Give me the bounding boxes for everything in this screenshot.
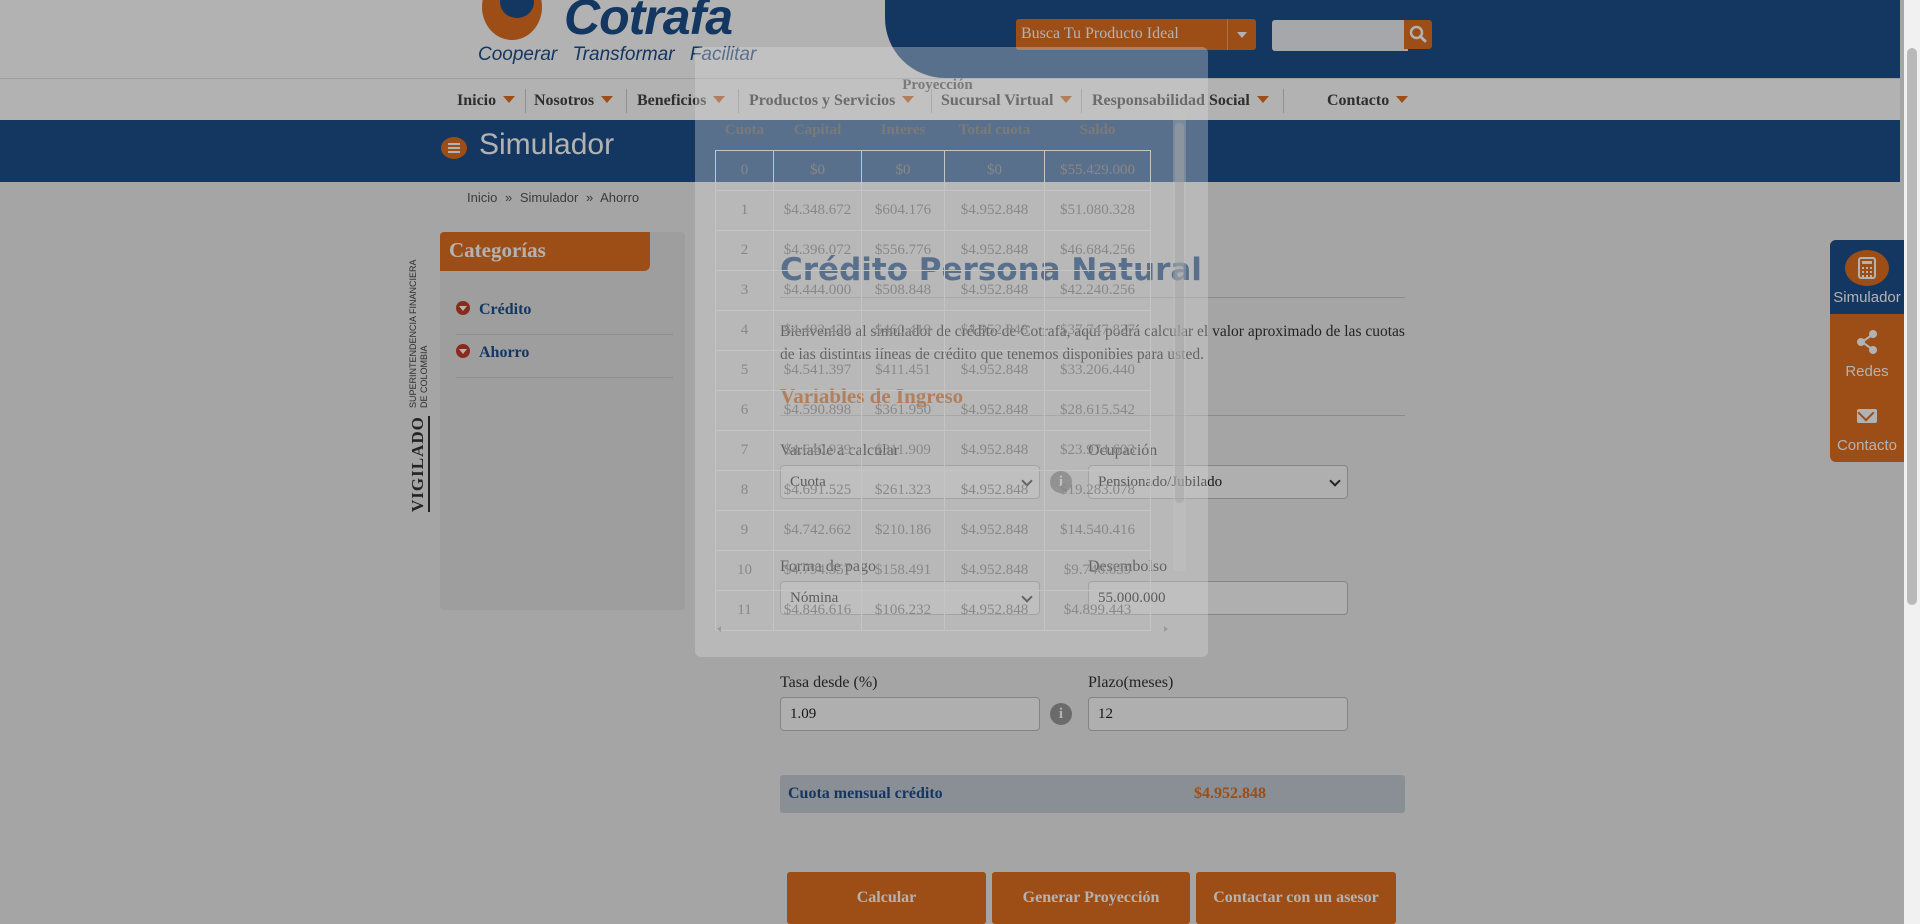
column-header: Saldo [1079,121,1116,138]
table-cell: $4.396.072 [773,230,862,271]
table-cell: $14.540.416 [1044,510,1151,551]
table-cell: 4 [715,310,774,351]
modal-title: Proyección [902,77,973,93]
table-cell: 8 [715,470,774,511]
page-scrollbar[interactable] [1904,0,1920,924]
table-cell: $158.491 [861,550,945,591]
table-cell: $23.974.603 [1044,430,1151,471]
table-cell: $604.176 [861,190,945,231]
table-cell: $4.952.848 [944,190,1045,231]
modal-vertical-scrollbar[interactable] [1173,109,1186,571]
table-cell: 2 [715,230,774,271]
modal-horizontal-scrollbar[interactable] [715,619,1170,632]
table-header-row: Cuota Capital Interes Total cuota Saldo [716,110,1151,151]
table-cell: $0 [944,150,1045,191]
table-cell: $4.952.848 [944,550,1045,591]
table-cell: 0 [715,150,774,191]
table-cell: 6 [715,390,774,431]
table-row: 9 $4.742.662 $210.186 $4.952.848 $14.540.416 [715,510,1151,551]
column-header: Capital [793,121,842,138]
table-cell: $460.419 [861,310,945,351]
table-row: 4 $4.492.429 $460.419 $4.952.848 $37.747.827 [715,310,1151,351]
table-cell: $4.952.848 [944,430,1045,471]
table-cell: $508.848 [861,270,945,311]
table-cell: 5 [715,350,774,391]
table-cell: 10 [715,550,774,591]
table-cell: $261.323 [861,470,945,511]
table-cell: $4.444.000 [773,270,862,311]
table-cell: $19.283.078 [1044,470,1151,511]
table-row: 0 $0 $0 $0 $55.429.000 [715,150,1151,191]
table-cell: $9.746.059 [1044,550,1151,591]
table-cell: $55.429.000 [1044,150,1151,191]
column-header: Cuota [724,121,765,138]
table-cell: 3 [715,270,774,311]
table-cell: $4.952.848 [944,470,1045,511]
table-cell: $4.952.848 [944,390,1045,431]
table-row: 2 $4.396.072 $556.776 $4.952.848 $46.684.256 [715,230,1151,271]
table-row: 8 $4.691.525 $261.323 $4.952.848 $19.283.078 [715,470,1151,511]
modal-scrollbar-thumb[interactable] [1175,123,1184,503]
table-cell: $37.747.827 [1044,310,1151,351]
table-cell: $4.952.848 [944,310,1045,351]
table-cell: $4.742.662 [773,510,862,551]
table-cell: $4.541.397 [773,350,862,391]
table-cell: $46.684.256 [1044,230,1151,271]
projection-table-body: 0 $0 $0 $0 $55.429.000 1 $4.348.672 $604.176 $4.… [715,150,1151,631]
table-cell: $33.206.440 [1044,350,1151,391]
table-row: 10 $4.794.357 $158.491 $4.952.848 $9.746.059 [715,550,1151,591]
table-cell: $4.952.848 [944,270,1045,311]
table-cell: $4.952.848 [944,350,1045,391]
table-cell: 1 [715,190,774,231]
table-cell: $0 [773,150,862,191]
table-cell: $556.776 [861,230,945,271]
table-cell: $28.615.542 [1044,390,1151,431]
table-row: 5 $4.541.397 $411.451 $4.952.848 $33.206.440 [715,350,1151,391]
table-cell: $51.080.328 [1044,190,1151,231]
table-cell: $361.950 [861,390,945,431]
table-cell: $4.691.525 [773,470,862,511]
table-cell: $4.348.672 [773,190,862,231]
table-row: 1 $4.348.672 $604.176 $4.952.848 $51.080.328 [715,190,1151,231]
table-cell: $210.186 [861,510,945,551]
table-cell: $4.794.357 [773,550,862,591]
table-cell: $4.952.848 [944,230,1045,271]
table-cell: $4.492.429 [773,310,862,351]
table-row: 6 $4.590.898 $361.950 $4.952.848 $28.615.542 [715,390,1151,431]
table-row: 7 $4.640.939 $311.909 $4.952.848 $23.974.603 [715,430,1151,471]
table-cell: 9 [715,510,774,551]
table-cell: $4.590.898 [773,390,862,431]
table-cell: $4.640.939 [773,430,862,471]
scroll-arrows-icon [717,626,1168,632]
table-cell: $311.909 [861,430,945,471]
table-row: 3 $4.444.000 $508.848 $4.952.848 $42.240.256 [715,270,1151,311]
table-cell: 7 [715,430,774,471]
projection-table: Cuota Capital Interes Total cuota Saldo … [715,110,1151,631]
column-header: Total cuota [958,121,1031,138]
page-scrollbar-thumb[interactable] [1907,48,1917,605]
table-cell: $4.952.848 [944,510,1045,551]
table-cell: $411.451 [861,350,945,391]
table-cell: $42.240.256 [1044,270,1151,311]
table-cell: $0 [861,150,945,191]
proyeccion-modal: Proyección Cuota Capital Interes Total c… [695,47,1208,657]
column-header: Interes [880,121,926,138]
